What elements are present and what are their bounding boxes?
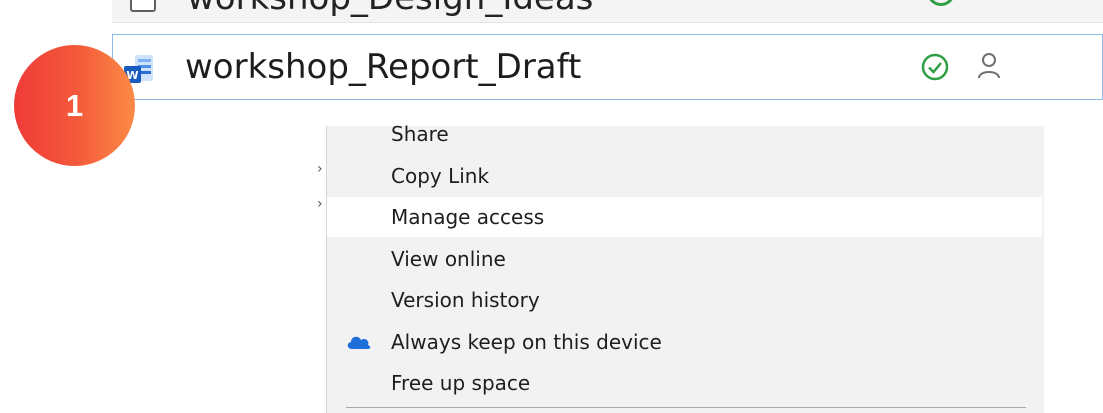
menu-item-version-history[interactable]: Version history (327, 280, 1042, 320)
partial-row-markers: › › (317, 161, 323, 212)
menu-item-label: Always keep on this device (391, 330, 662, 354)
menu-item-always-keep[interactable]: Always keep on this device (327, 322, 1042, 362)
menu-item-manage-access[interactable]: Manage access (327, 197, 1042, 237)
menu-item-free-up-space[interactable]: Free up space (327, 363, 1042, 403)
menu-item-share[interactable]: Share (327, 114, 1042, 154)
sync-check-icon (921, 53, 949, 81)
step-number-badge: 1 (14, 45, 135, 166)
cloud-icon (347, 336, 371, 349)
menu-separator (346, 407, 1026, 408)
file-name: workshop_Report_Draft (185, 47, 582, 87)
file-checkbox[interactable] (130, 0, 156, 12)
menu-item-view-online[interactable]: View online (327, 239, 1042, 279)
sync-status-icon (927, 0, 955, 6)
menu-item-copy-link[interactable]: Copy Link (327, 156, 1042, 196)
context-menu: Share Copy Link Manage access View onlin… (326, 122, 1044, 413)
shared-person-icon (978, 53, 1000, 79)
file-row-previous[interactable]: workshop_Design_Ideas (112, 0, 1103, 23)
file-row-selected[interactable]: W workshop_Report_Draft (112, 34, 1103, 100)
file-name: workshop_Design_Ideas (187, 0, 593, 18)
